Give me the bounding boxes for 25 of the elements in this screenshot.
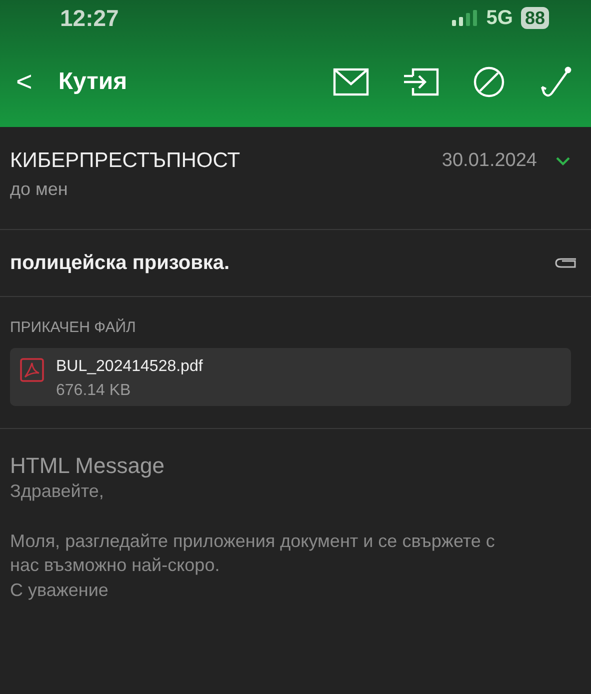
chevron-icon[interactable] — [555, 155, 571, 167]
battery-indicator: 88 — [520, 7, 549, 29]
hook-icon[interactable] — [539, 64, 573, 98]
file-size: 676.14 KB — [56, 382, 132, 400]
attachment-card[interactable]: BUL_202414528.pdf 676.14 KB — [10, 348, 571, 406]
body-text: Моля, разгледайте приложения документ и се свържете с — [10, 530, 496, 553]
body-text: нас възможно най-скоро. — [10, 554, 221, 577]
file-name: BUL_202414528.pdf — [56, 358, 203, 376]
envelope-icon[interactable] — [333, 68, 369, 96]
body-heading: HTML Message — [10, 453, 166, 479]
signal-icon — [452, 10, 478, 26]
pdf-icon — [20, 358, 44, 382]
attachment-label: ПРИКАЧЕН ФАЙЛ — [10, 319, 137, 336]
block-icon[interactable] — [473, 66, 505, 98]
body-text: Здравейте, — [10, 480, 105, 503]
body-text: С уважение — [10, 578, 110, 602]
sender-name: КИБЕРПРЕСТЪПНОСТ — [10, 149, 242, 173]
network-label: 5G — [486, 6, 513, 30]
message-subject: полицейска призовка. — [10, 252, 230, 274]
recipient-label: до мен — [10, 179, 69, 200]
back-button[interactable]: < — [12, 66, 36, 98]
mailbox-title: Кутия — [58, 68, 128, 96]
status-time: 12:27 — [60, 4, 119, 32]
message-date: 30.01.2024 — [442, 150, 537, 172]
move-icon[interactable] — [403, 68, 439, 96]
